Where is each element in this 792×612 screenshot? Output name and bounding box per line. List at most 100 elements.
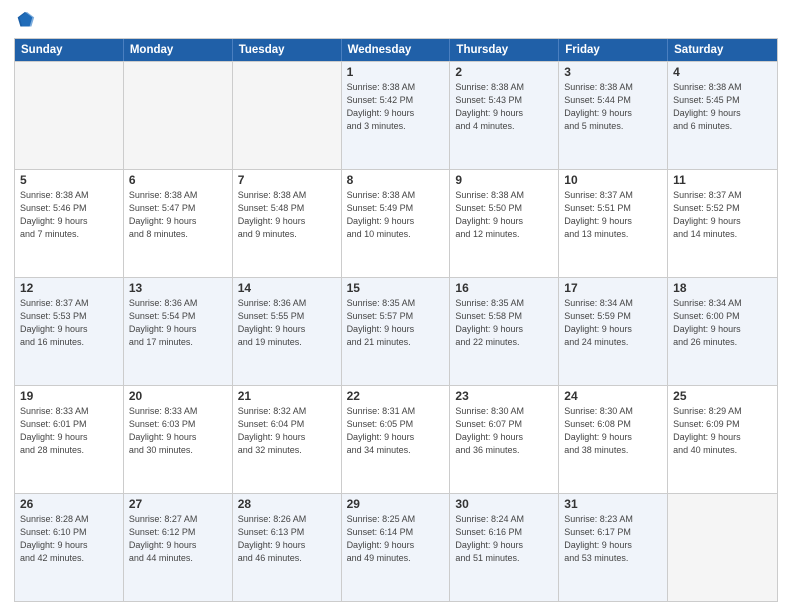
day-info: Sunrise: 8:36 AM Sunset: 5:54 PM Dayligh… <box>129 297 227 349</box>
calendar-day-cell: 30 Sunrise: 8:24 AM Sunset: 6:16 PM Dayli… <box>450 494 559 601</box>
day-number: 11 <box>673 173 772 187</box>
calendar-day-cell: 2Sunrise: 8:38 AM Sunset: 5:43 PM Daylig… <box>450 62 559 169</box>
calendar-week: 12 Sunrise: 8:37 AM Sunset: 5:53 PM Dayli… <box>15 277 777 385</box>
day-number: 17 <box>564 281 662 295</box>
calendar-day-cell: 23Sunrise: 8:30 AM Sunset: 6:07 PM Dayli… <box>450 386 559 493</box>
day-number: 1 <box>347 65 445 79</box>
day-info: Sunrise: 8:34 AM Sunset: 6:00 PM Dayligh… <box>673 297 772 349</box>
day-number: 20 <box>129 389 227 403</box>
calendar-header-cell: Thursday <box>450 39 559 61</box>
day-info: Sunrise: 8:30 AM Sunset: 6:07 PM Dayligh… <box>455 405 553 457</box>
calendar-day-cell: 7 Sunrise: 8:38 AM Sunset: 5:48 PM Daylig… <box>233 170 342 277</box>
day-number: 4 <box>673 65 772 79</box>
calendar-day-cell: 22 Sunrise: 8:31 AM Sunset: 6:05 PM Dayli… <box>342 386 451 493</box>
day-number: 2 <box>455 65 553 79</box>
day-number: 7 <box>238 173 336 187</box>
day-info: Sunrise: 8:37 AM Sunset: 5:51 PM Dayligh… <box>564 189 662 241</box>
calendar-day-cell: 19 Sunrise: 8:33 AM Sunset: 6:01 PM Dayli… <box>15 386 124 493</box>
calendar-day-cell: 3 Sunrise: 8:38 AM Sunset: 5:44 PM Daylig… <box>559 62 668 169</box>
calendar-day-cell: 27Sunrise: 8:27 AM Sunset: 6:12 PM Dayli… <box>124 494 233 601</box>
calendar-day-cell: 28 Sunrise: 8:26 AM Sunset: 6:13 PM Dayli… <box>233 494 342 601</box>
day-number: 27 <box>129 497 227 511</box>
calendar-week: 19 Sunrise: 8:33 AM Sunset: 6:01 PM Dayli… <box>15 385 777 493</box>
calendar-day-cell: 10 Sunrise: 8:37 AM Sunset: 5:51 PM Dayli… <box>559 170 668 277</box>
day-info: Sunrise: 8:30 AM Sunset: 6:08 PM Dayligh… <box>564 405 662 457</box>
calendar-day-cell: 18 Sunrise: 8:34 AM Sunset: 6:00 PM Dayli… <box>668 278 777 385</box>
calendar-day-cell: 13 Sunrise: 8:36 AM Sunset: 5:54 PM Dayli… <box>124 278 233 385</box>
calendar-week: 1 Sunrise: 8:38 AM Sunset: 5:42 PM Daylig… <box>15 61 777 169</box>
day-number: 29 <box>347 497 445 511</box>
day-number: 14 <box>238 281 336 295</box>
day-info: Sunrise: 8:26 AM Sunset: 6:13 PM Dayligh… <box>238 513 336 565</box>
day-number: 12 <box>20 281 118 295</box>
calendar-week: 5Sunrise: 8:38 AM Sunset: 5:46 PM Daylig… <box>15 169 777 277</box>
day-info: Sunrise: 8:37 AM Sunset: 5:53 PM Dayligh… <box>20 297 118 349</box>
header <box>14 10 778 32</box>
day-info: Sunrise: 8:32 AM Sunset: 6:04 PM Dayligh… <box>238 405 336 457</box>
calendar-day-cell: 14Sunrise: 8:36 AM Sunset: 5:55 PM Dayli… <box>233 278 342 385</box>
calendar-day-cell: 25 Sunrise: 8:29 AM Sunset: 6:09 PM Dayli… <box>668 386 777 493</box>
calendar-day-cell: 15 Sunrise: 8:35 AM Sunset: 5:57 PM Dayli… <box>342 278 451 385</box>
calendar-day-cell: 8Sunrise: 8:38 AM Sunset: 5:49 PM Daylig… <box>342 170 451 277</box>
day-info: Sunrise: 8:29 AM Sunset: 6:09 PM Dayligh… <box>673 405 772 457</box>
day-info: Sunrise: 8:38 AM Sunset: 5:48 PM Dayligh… <box>238 189 336 241</box>
calendar-day-cell: 12 Sunrise: 8:37 AM Sunset: 5:53 PM Dayli… <box>15 278 124 385</box>
day-info: Sunrise: 8:38 AM Sunset: 5:46 PM Dayligh… <box>20 189 118 241</box>
calendar-day-cell: 4 Sunrise: 8:38 AM Sunset: 5:45 PM Daylig… <box>668 62 777 169</box>
day-info: Sunrise: 8:38 AM Sunset: 5:42 PM Dayligh… <box>347 81 445 133</box>
day-info: Sunrise: 8:38 AM Sunset: 5:50 PM Dayligh… <box>455 189 553 241</box>
day-number: 6 <box>129 173 227 187</box>
page: SundayMondayTuesdayWednesdayThursdayFrid… <box>0 0 792 612</box>
calendar-header-row: SundayMondayTuesdayWednesdayThursdayFrid… <box>15 39 777 61</box>
calendar: SundayMondayTuesdayWednesdayThursdayFrid… <box>14 38 778 602</box>
logo-icon <box>14 10 36 32</box>
day-number: 21 <box>238 389 336 403</box>
day-info: Sunrise: 8:37 AM Sunset: 5:52 PM Dayligh… <box>673 189 772 241</box>
calendar-day-cell: 16Sunrise: 8:35 AM Sunset: 5:58 PM Dayli… <box>450 278 559 385</box>
day-info: Sunrise: 8:25 AM Sunset: 6:14 PM Dayligh… <box>347 513 445 565</box>
day-info: Sunrise: 8:33 AM Sunset: 6:01 PM Dayligh… <box>20 405 118 457</box>
calendar-header-cell: Wednesday <box>342 39 451 61</box>
calendar-day-cell: 26Sunrise: 8:28 AM Sunset: 6:10 PM Dayli… <box>15 494 124 601</box>
day-info: Sunrise: 8:23 AM Sunset: 6:17 PM Dayligh… <box>564 513 662 565</box>
day-info: Sunrise: 8:24 AM Sunset: 6:16 PM Dayligh… <box>455 513 553 565</box>
calendar-empty-cell <box>668 494 777 601</box>
day-number: 18 <box>673 281 772 295</box>
day-info: Sunrise: 8:38 AM Sunset: 5:44 PM Dayligh… <box>564 81 662 133</box>
calendar-day-cell: 5Sunrise: 8:38 AM Sunset: 5:46 PM Daylig… <box>15 170 124 277</box>
day-info: Sunrise: 8:38 AM Sunset: 5:47 PM Dayligh… <box>129 189 227 241</box>
day-number: 25 <box>673 389 772 403</box>
day-number: 16 <box>455 281 553 295</box>
calendar-day-cell: 29 Sunrise: 8:25 AM Sunset: 6:14 PM Dayli… <box>342 494 451 601</box>
calendar-header-cell: Saturday <box>668 39 777 61</box>
day-number: 10 <box>564 173 662 187</box>
day-number: 28 <box>238 497 336 511</box>
day-info: Sunrise: 8:35 AM Sunset: 5:57 PM Dayligh… <box>347 297 445 349</box>
calendar-body: 1 Sunrise: 8:38 AM Sunset: 5:42 PM Daylig… <box>15 61 777 601</box>
calendar-header-cell: Monday <box>124 39 233 61</box>
day-number: 19 <box>20 389 118 403</box>
day-number: 3 <box>564 65 662 79</box>
calendar-day-cell: 1 Sunrise: 8:38 AM Sunset: 5:42 PM Daylig… <box>342 62 451 169</box>
day-info: Sunrise: 8:34 AM Sunset: 5:59 PM Dayligh… <box>564 297 662 349</box>
calendar-header-cell: Sunday <box>15 39 124 61</box>
day-number: 24 <box>564 389 662 403</box>
calendar-empty-cell <box>124 62 233 169</box>
day-number: 30 <box>455 497 553 511</box>
day-info: Sunrise: 8:38 AM Sunset: 5:45 PM Dayligh… <box>673 81 772 133</box>
day-number: 26 <box>20 497 118 511</box>
calendar-header-cell: Friday <box>559 39 668 61</box>
day-number: 13 <box>129 281 227 295</box>
calendar-day-cell: 6 Sunrise: 8:38 AM Sunset: 5:47 PM Daylig… <box>124 170 233 277</box>
day-number: 22 <box>347 389 445 403</box>
calendar-day-cell: 31Sunrise: 8:23 AM Sunset: 6:17 PM Dayli… <box>559 494 668 601</box>
calendar-day-cell: 17 Sunrise: 8:34 AM Sunset: 5:59 PM Dayli… <box>559 278 668 385</box>
day-info: Sunrise: 8:38 AM Sunset: 5:49 PM Dayligh… <box>347 189 445 241</box>
logo <box>14 10 40 32</box>
calendar-day-cell: 9Sunrise: 8:38 AM Sunset: 5:50 PM Daylig… <box>450 170 559 277</box>
day-number: 15 <box>347 281 445 295</box>
calendar-day-cell: 21 Sunrise: 8:32 AM Sunset: 6:04 PM Dayli… <box>233 386 342 493</box>
calendar-day-cell: 20 Sunrise: 8:33 AM Sunset: 6:03 PM Dayli… <box>124 386 233 493</box>
day-info: Sunrise: 8:33 AM Sunset: 6:03 PM Dayligh… <box>129 405 227 457</box>
day-info: Sunrise: 8:31 AM Sunset: 6:05 PM Dayligh… <box>347 405 445 457</box>
